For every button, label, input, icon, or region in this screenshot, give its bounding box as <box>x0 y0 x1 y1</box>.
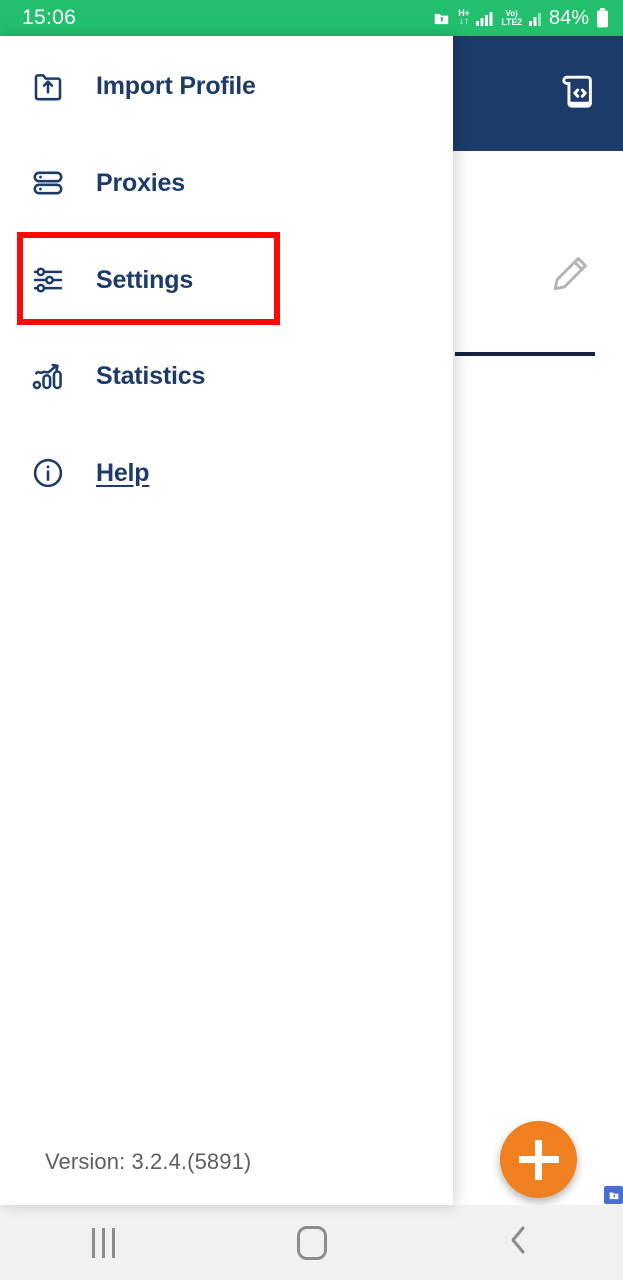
chart-trending-up-icon <box>0 358 96 394</box>
drawer-item-label[interactable]: Help <box>96 459 150 488</box>
drawer-item-proxies[interactable]: Proxies <box>0 154 453 212</box>
volte-icon: Vo) LTE2 <box>501 8 522 27</box>
drawer-item-settings[interactable]: Settings <box>0 251 453 309</box>
version-label: Version: 3.2.4.(5891) <box>45 1149 252 1174</box>
home-icon <box>296 1225 327 1260</box>
status-icons: H+ ↓↑ Vo) LTE2 84% <box>432 7 609 30</box>
screen-recorder-badge-icon <box>604 1186 623 1204</box>
drawer-item-label: Settings <box>96 265 194 294</box>
drawer-item-label: Statistics <box>96 361 206 390</box>
info-circle-icon <box>0 455 96 491</box>
back-chevron-icon <box>506 1223 532 1262</box>
server-stack-icon <box>0 165 96 201</box>
drawer-item-import-profile[interactable]: Import Profile <box>0 57 453 115</box>
recents-icon <box>92 1227 116 1258</box>
status-time: 15:06 <box>22 6 77 29</box>
pencil-icon[interactable] <box>547 251 593 302</box>
system-navigation-bar <box>0 1205 623 1280</box>
signal-bars-2-icon <box>528 11 542 26</box>
folder-upload-icon <box>432 10 451 27</box>
sliders-icon <box>0 262 96 298</box>
script-code-icon[interactable] <box>555 69 599 118</box>
add-fab-button[interactable] <box>500 1121 577 1198</box>
status-bar: 15:06 H+ ↓↑ Vo) LTE2 84% <box>0 0 623 36</box>
phone-screen: 15:06 H+ ↓↑ Vo) LTE2 84% Import Profile … <box>0 0 623 1280</box>
drawer-item-label: Import Profile <box>96 71 256 100</box>
drawer-item-help[interactable]: Help <box>0 444 453 502</box>
plus-icon-horizontal <box>518 1156 559 1163</box>
battery-icon <box>596 8 609 28</box>
navigation-drawer: Import Profile Proxies Settings Statisti… <box>0 36 453 1205</box>
data-transfer-icon: H+ ↓↑ <box>458 8 470 27</box>
recents-button[interactable] <box>0 1205 208 1280</box>
drawer-item-statistics[interactable]: Statistics <box>0 347 453 405</box>
signal-bars-icon <box>476 11 494 26</box>
drawer-item-label: Proxies <box>96 168 185 197</box>
folder-upload-icon <box>0 68 96 104</box>
back-button[interactable] <box>415 1205 623 1280</box>
content-divider <box>455 352 595 356</box>
battery-percent-label: 84% <box>548 6 589 29</box>
home-button[interactable] <box>208 1205 416 1280</box>
